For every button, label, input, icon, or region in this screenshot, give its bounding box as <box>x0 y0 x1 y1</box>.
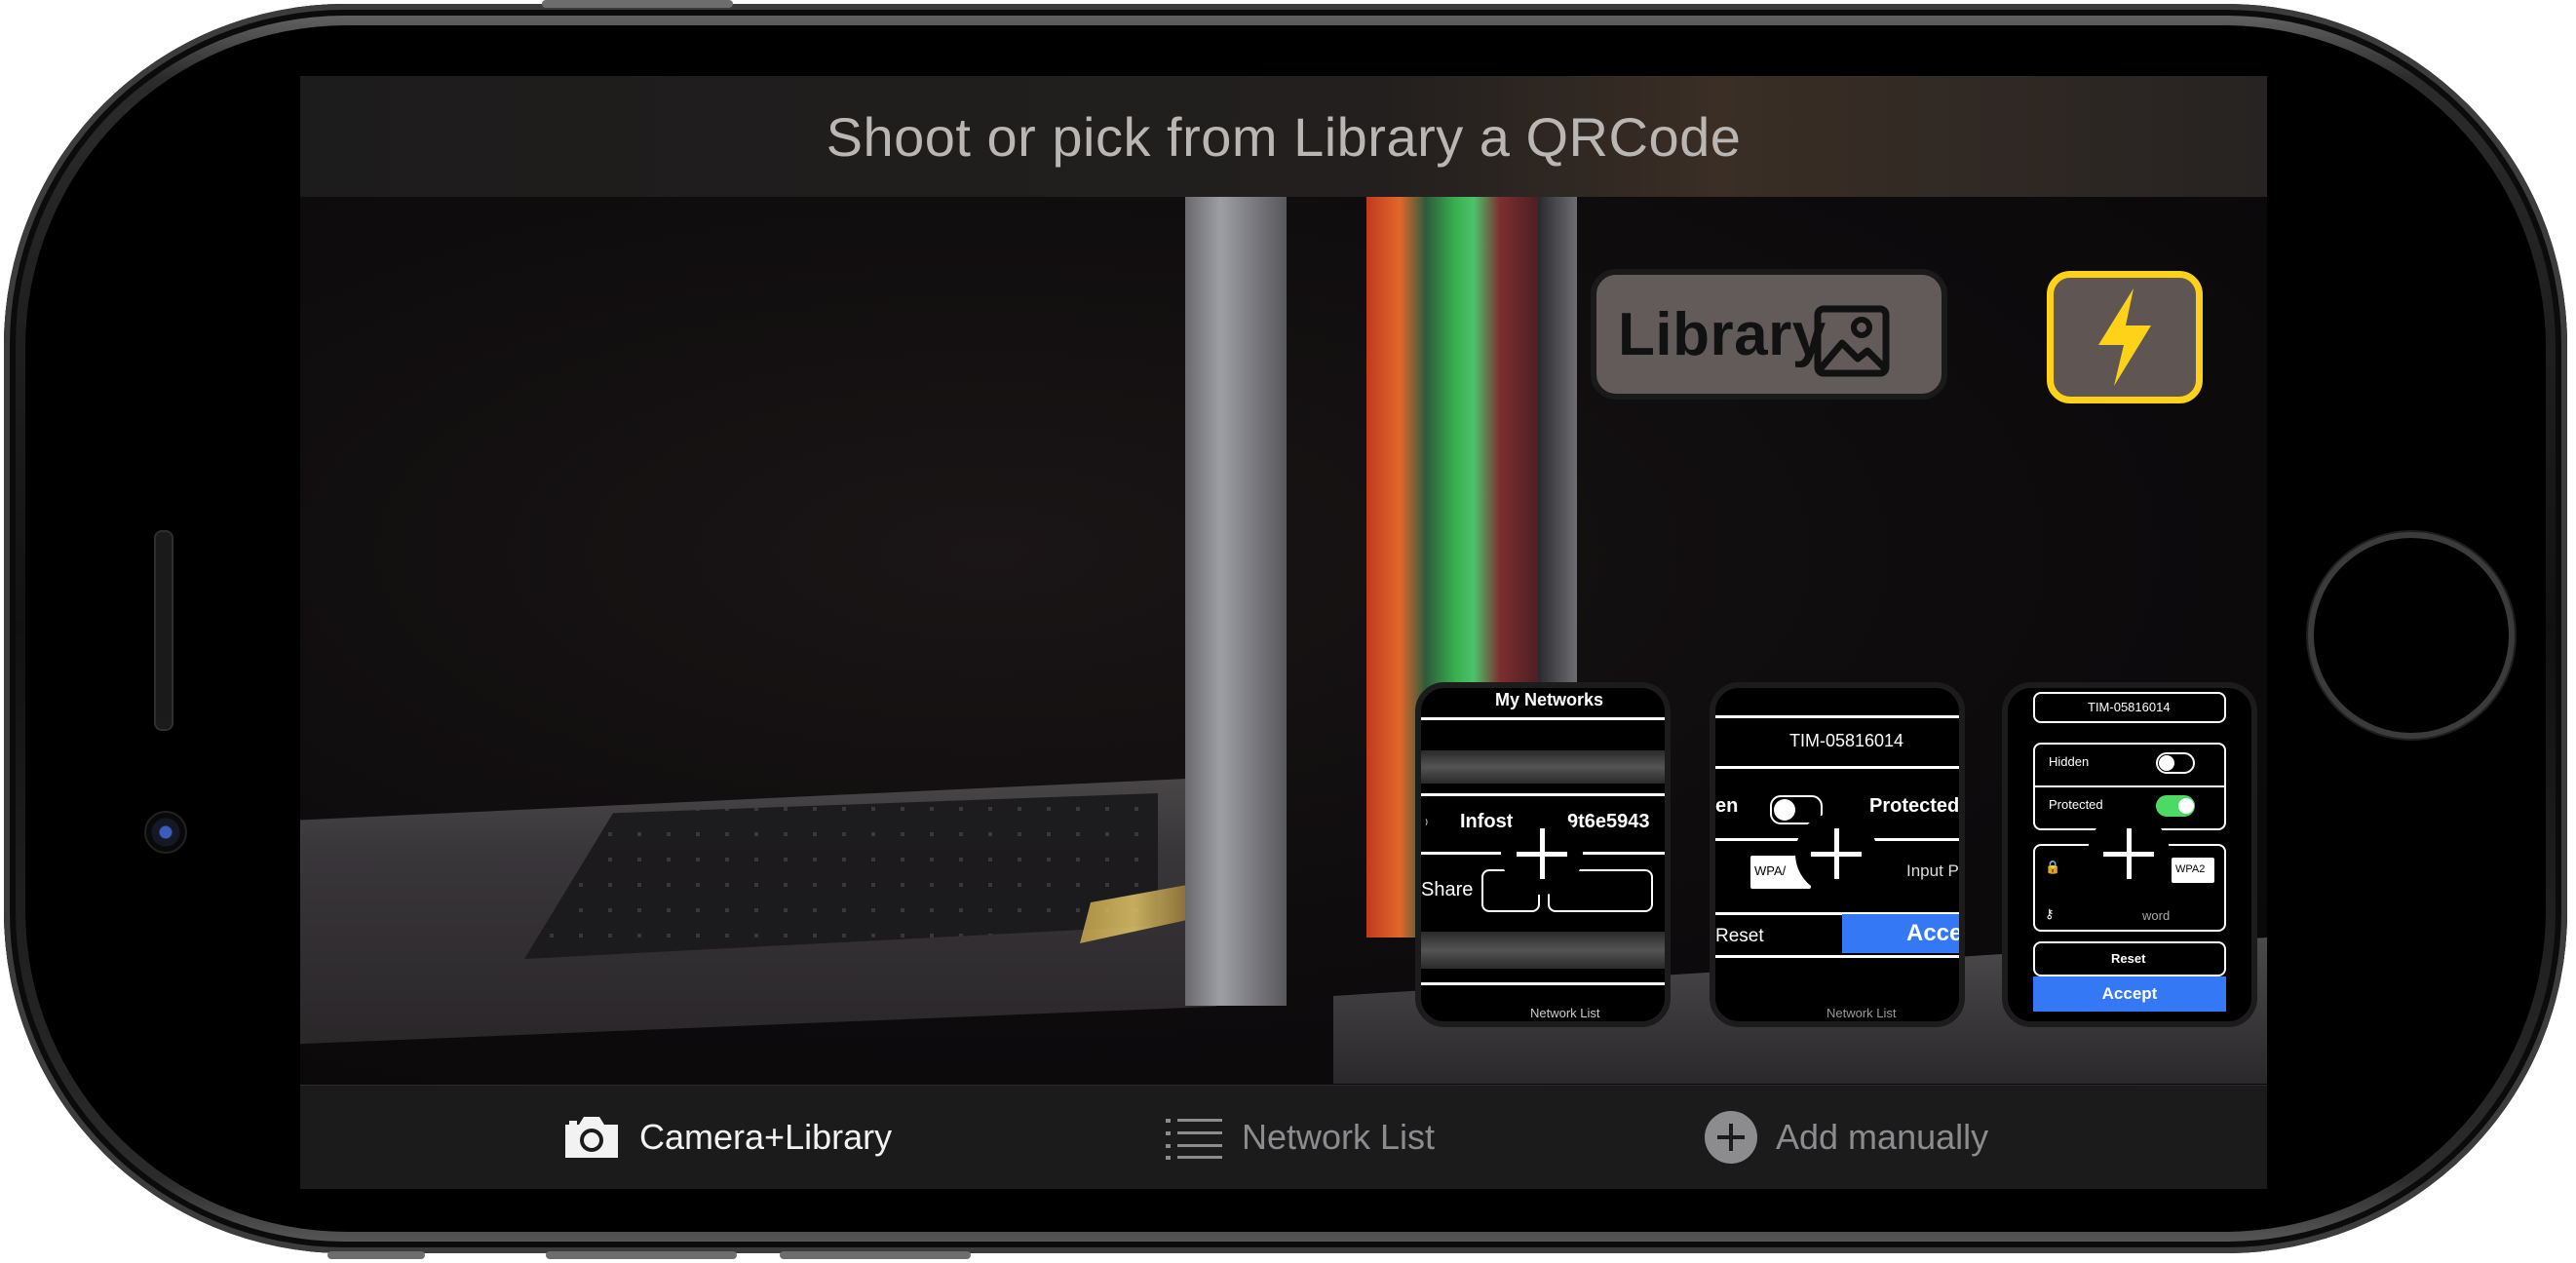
phone-side-button-bottom-2 <box>546 1251 737 1259</box>
card1-divider <box>1421 793 1665 796</box>
title-bar: Shoot or pick from Library a QRCode <box>300 76 2267 197</box>
card3-reset-label: Reset <box>2111 951 2146 966</box>
card2-password-label: Input Pa <box>1906 861 1965 880</box>
preview-card-my-networks: My Networks ⁾ Infost 9t6e5943 Share Netw… <box>1415 682 1671 1027</box>
tab-bar: Camera+Library Network List Add manually <box>300 1085 2267 1189</box>
add-icon <box>2088 813 2170 895</box>
card2-hidden-label: en <box>1715 795 1739 817</box>
phone-side-button-bottom-3 <box>780 1251 971 1259</box>
card3-password-placeholder: word <box>2142 908 2171 923</box>
card1-network-suffix: 9t6e5943 <box>1567 811 1650 832</box>
tab-camera-library[interactable]: Camera+Library <box>561 1086 892 1189</box>
key-icon: ⚷ <box>2045 906 2055 921</box>
card1-divider <box>1421 982 1665 985</box>
card1-divider <box>1421 717 1665 720</box>
library-button[interactable]: Library <box>1591 269 1947 400</box>
card3-divider <box>2035 785 2224 787</box>
card2-protected-label: Protected <box>1869 795 1960 817</box>
card1-blurred-row-1 <box>1421 750 1665 784</box>
preview-card-network-editor: TIM-05816014 en Protected WPA/ Input Pa … <box>1710 682 1965 1027</box>
camera-preview[interactable]: Library My Networks ⁾ Infost 9t6e5943 Sh… <box>300 197 2267 1086</box>
tab-camera-library-label: Camera+Library <box>639 1117 893 1157</box>
card1-blurred-row-2 <box>1421 932 1665 969</box>
tab-add-manually[interactable]: Add manually <box>1704 1086 1988 1189</box>
plus-circle-icon <box>1705 1111 1757 1164</box>
card2-divider <box>1715 715 1959 718</box>
lightning-bolt-icon <box>2098 288 2151 386</box>
card3-security-value: WPA2 <box>2175 863 2206 875</box>
phone-side-button-top <box>542 0 733 8</box>
home-button[interactable] <box>2308 532 2515 739</box>
page-title: Shoot or pick from Library a QRCode <box>826 105 1742 168</box>
list-icon <box>1166 1119 1222 1160</box>
tab-network-list-label: Network List <box>1242 1117 1436 1157</box>
card2-divider <box>1715 766 1959 769</box>
library-button-label: Library <box>1618 300 1826 368</box>
card2-reset-label: Reset <box>1715 926 1764 946</box>
wifi-icon: ⁾ <box>1425 817 1429 831</box>
card1-network-name: Infost <box>1460 811 1514 832</box>
app-screen: Shoot or pick from Library a QRCode Libr… <box>300 76 2267 1189</box>
preview-card-network-form: TIM-05816014 Hidden Protected 🔒 WPA2 ⚷ w… <box>2002 682 2257 1027</box>
phone-speaker <box>154 530 173 731</box>
add-icon <box>1795 813 1877 895</box>
lock-icon: 🔒 <box>2045 860 2061 874</box>
photo-icon <box>1814 305 1890 377</box>
flash-button[interactable] <box>2047 271 2203 403</box>
card1-title: My Networks <box>1495 690 1604 709</box>
tab-network-list[interactable]: Network List <box>1164 1086 1435 1189</box>
tab-add-manually-label: Add manually <box>1776 1117 1989 1157</box>
card1-share-label: Share <box>1421 879 1474 900</box>
card2-footer: Network List <box>1826 1006 1897 1020</box>
add-icon <box>1501 813 1583 895</box>
preview-laptop-lid <box>1185 197 1287 1006</box>
card2-ssid: TIM-05816014 <box>1789 731 1904 750</box>
card3-accept-button: Accept <box>2033 976 2226 1012</box>
card2-divider <box>1715 955 1959 958</box>
card3-ssid: TIM-05816014 <box>2088 700 2171 714</box>
card3-protected-label: Protected <box>2049 797 2103 812</box>
card3-protected-toggle <box>2156 795 2195 817</box>
camera-icon <box>565 1117 618 1158</box>
card3-hidden-label: Hidden <box>2049 754 2090 769</box>
card1-footer: Network List <box>1530 1006 1600 1020</box>
card2-security-value: WPA/ <box>1754 863 1787 878</box>
card3-hidden-toggle <box>2156 752 2195 774</box>
phone-side-button-bottom-1 <box>327 1251 425 1259</box>
card2-accept-button: Accep <box>1842 914 1959 953</box>
front-camera <box>144 811 187 854</box>
